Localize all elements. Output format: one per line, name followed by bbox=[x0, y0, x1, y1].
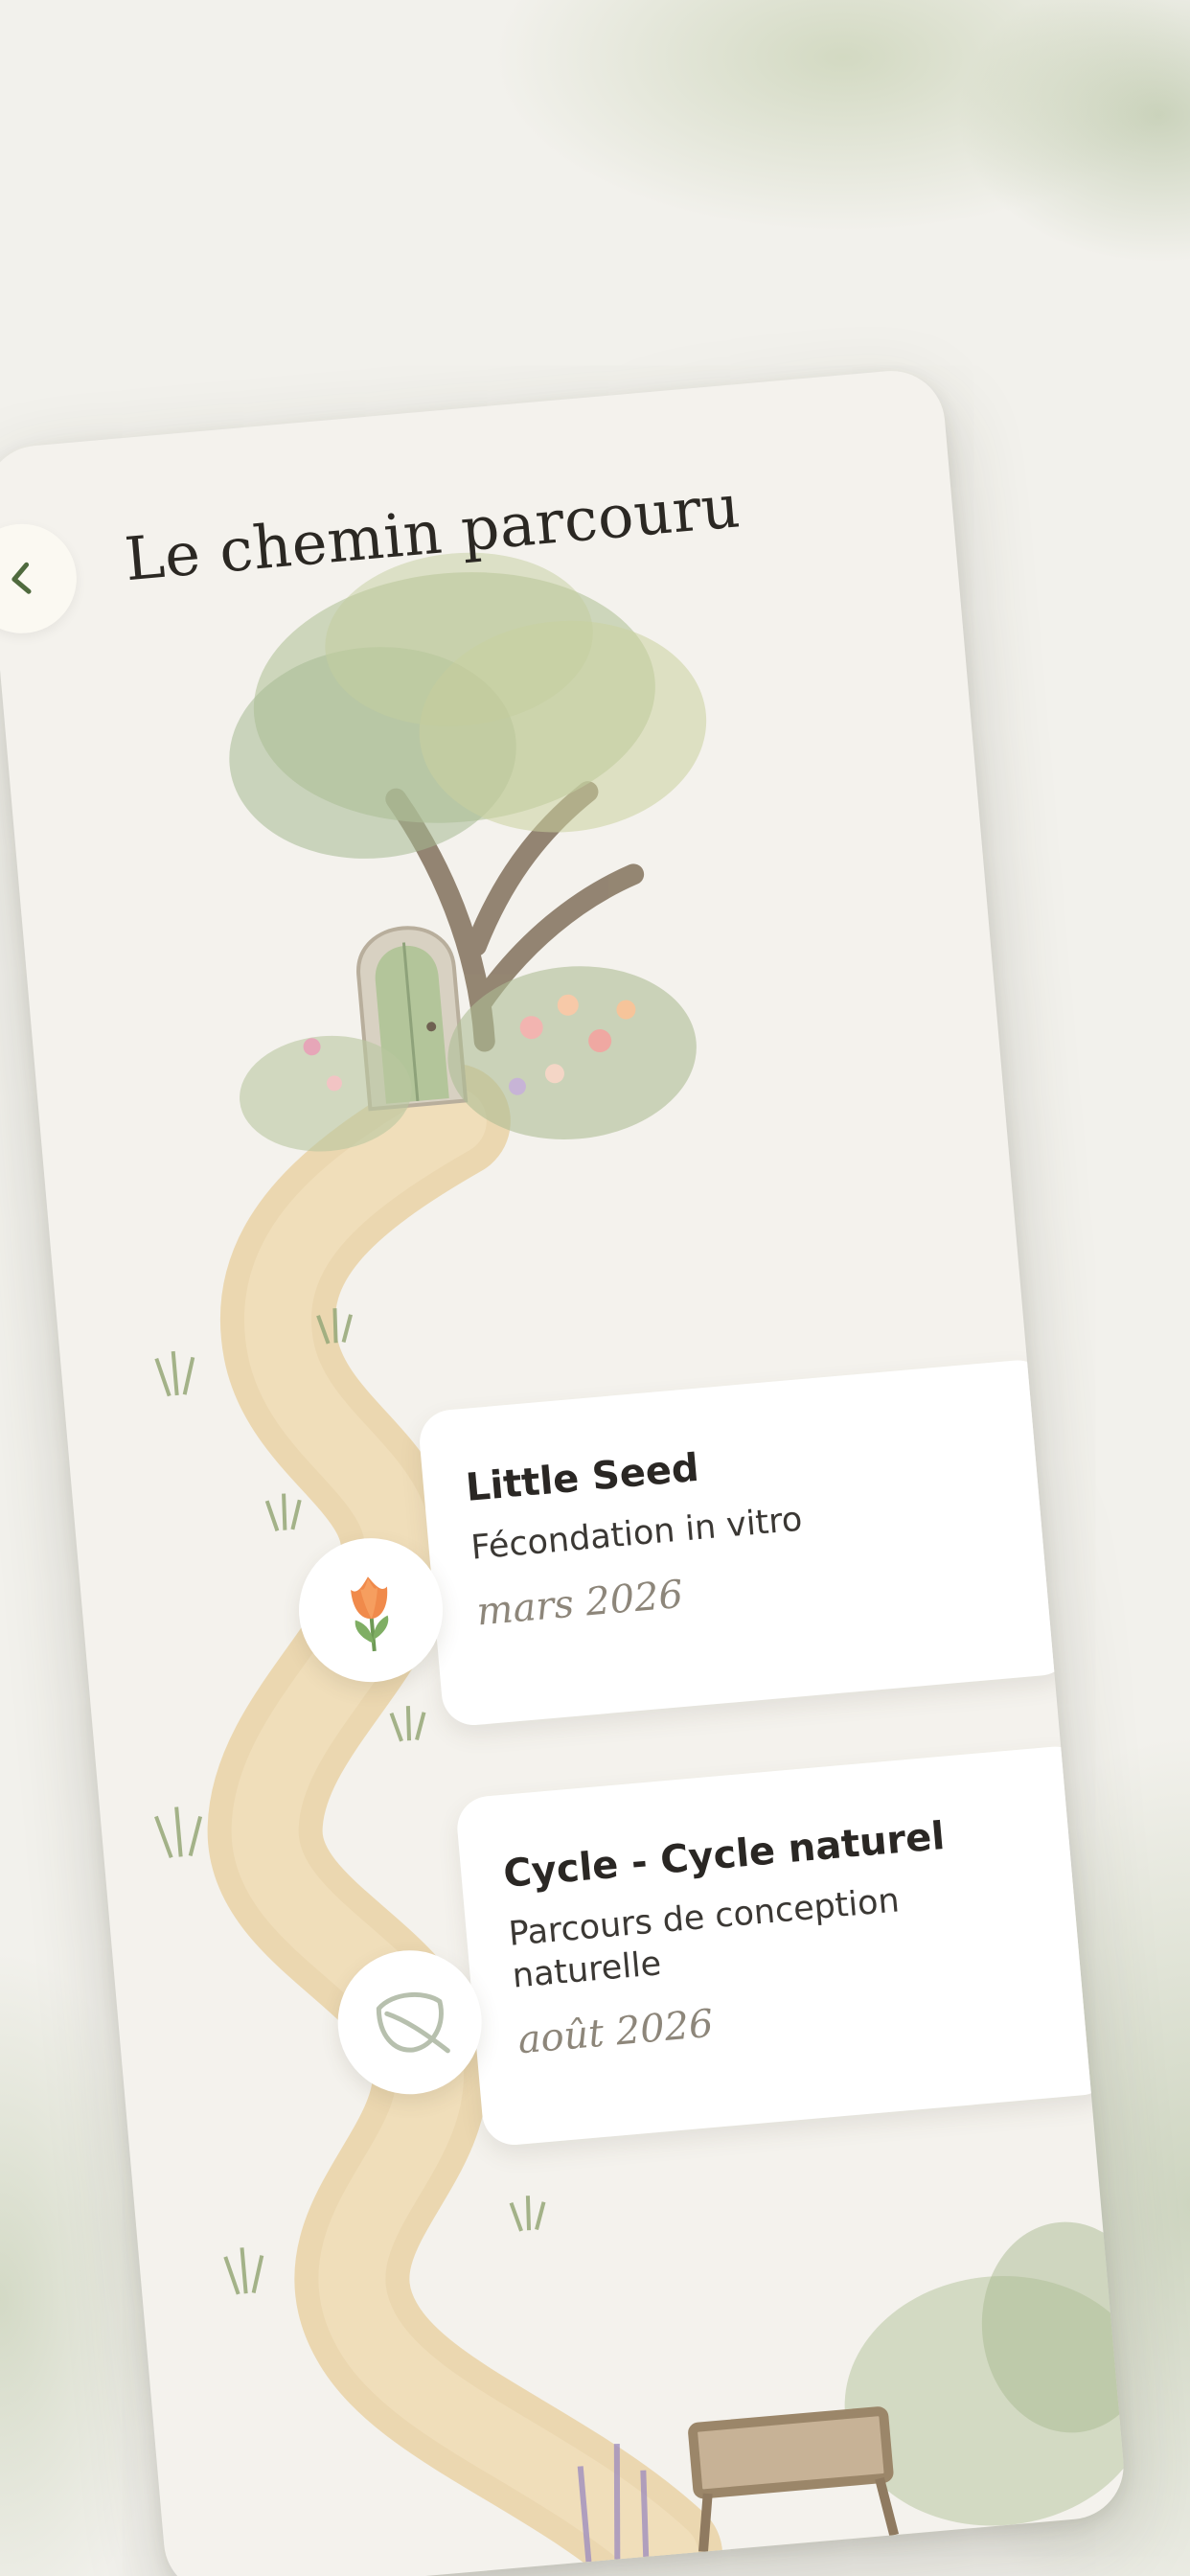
tree bbox=[229, 552, 707, 1052]
timeline-card-subtitle: Parcours de conception naturelle bbox=[507, 1881, 902, 1996]
timeline-card[interactable]: Cycle - Cycle naturel Parcours de concep… bbox=[454, 1743, 1115, 2148]
phone-screen: Le chemin parcouru Little Seed Fécondati… bbox=[0, 366, 1129, 2576]
chevron-left-icon bbox=[11, 562, 32, 594]
tulip-icon bbox=[351, 1576, 389, 1652]
timeline-card-title: Cycle - Cycle naturel bbox=[501, 1813, 947, 1898]
leaf-icon bbox=[376, 1991, 450, 2054]
timeline-card[interactable]: Little Seed Fécondation in vitro mars 20… bbox=[417, 1357, 1075, 1728]
background-canvas: Le chemin parcouru Little Seed Fécondati… bbox=[0, 0, 1190, 2576]
